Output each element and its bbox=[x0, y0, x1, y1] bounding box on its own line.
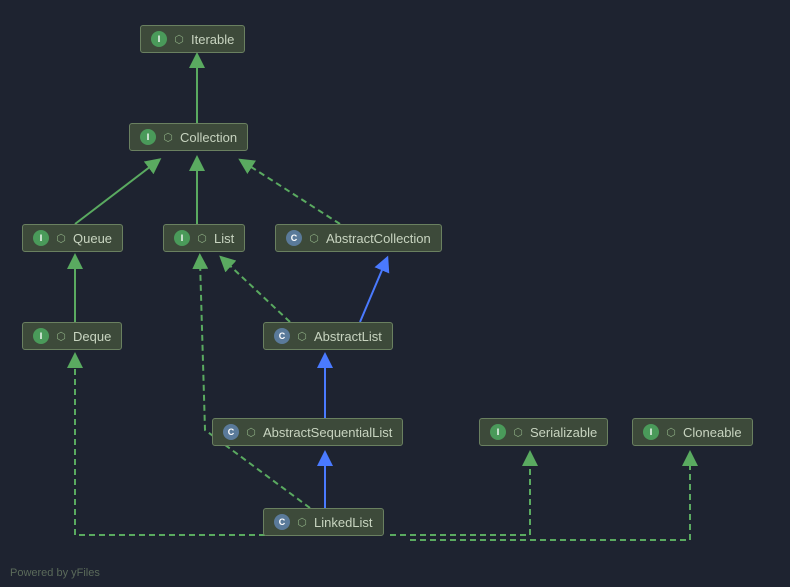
label-queue: Queue bbox=[73, 231, 112, 246]
footer-text: Powered by yFiles bbox=[10, 567, 100, 579]
label-iterable: Iterable bbox=[191, 32, 234, 47]
label-collection: Collection bbox=[180, 130, 237, 145]
link-icon-deque: ⬡ bbox=[54, 329, 68, 343]
label-abstractlist: AbstractList bbox=[314, 329, 382, 344]
link-icon-iterable: ⬡ bbox=[172, 32, 186, 46]
icon-cloneable: I bbox=[643, 424, 659, 440]
node-queue[interactable]: I ⬡ Queue bbox=[22, 224, 123, 252]
icon-abstractcollection: C bbox=[286, 230, 302, 246]
link-icon-linkedlist: ⬡ bbox=[295, 515, 309, 529]
icon-list: I bbox=[174, 230, 190, 246]
node-collection[interactable]: I ⬡ Collection bbox=[129, 123, 248, 151]
node-deque[interactable]: I ⬡ Deque bbox=[22, 322, 122, 350]
icon-iterable: I bbox=[151, 31, 167, 47]
link-icon-collection: ⬡ bbox=[161, 130, 175, 144]
footer: Powered by yFiles bbox=[10, 567, 100, 579]
label-abstractcollection: AbstractCollection bbox=[326, 231, 431, 246]
icon-deque: I bbox=[33, 328, 49, 344]
node-linkedlist[interactable]: C ⬡ LinkedList bbox=[263, 508, 384, 536]
icon-serializable: I bbox=[490, 424, 506, 440]
icon-linkedlist: C bbox=[274, 514, 290, 530]
node-abstractlist[interactable]: C ⬡ AbstractList bbox=[263, 322, 393, 350]
node-abstractsequentiallist[interactable]: C ⬡ AbstractSequentialList bbox=[212, 418, 403, 446]
label-deque: Deque bbox=[73, 329, 111, 344]
icon-queue: I bbox=[33, 230, 49, 246]
label-abstractsequentiallist: AbstractSequentialList bbox=[263, 425, 392, 440]
node-abstractcollection[interactable]: C ⬡ AbstractCollection bbox=[275, 224, 442, 252]
link-icon-abstractlist: ⬡ bbox=[295, 329, 309, 343]
link-icon-serializable: ⬡ bbox=[511, 425, 525, 439]
label-linkedlist: LinkedList bbox=[314, 515, 373, 530]
link-icon-cloneable: ⬡ bbox=[664, 425, 678, 439]
icon-collection: I bbox=[140, 129, 156, 145]
node-serializable[interactable]: I ⬡ Serializable bbox=[479, 418, 608, 446]
icon-abstractsequentiallist: C bbox=[223, 424, 239, 440]
label-cloneable: Cloneable bbox=[683, 425, 742, 440]
diagram-container: I ⬡ Iterable I ⬡ Collection I ⬡ Queue I … bbox=[0, 0, 790, 570]
link-icon-queue: ⬡ bbox=[54, 231, 68, 245]
node-cloneable[interactable]: I ⬡ Cloneable bbox=[632, 418, 753, 446]
link-icon-abstractcollection: ⬡ bbox=[307, 231, 321, 245]
icon-abstractlist: C bbox=[274, 328, 290, 344]
label-list: List bbox=[214, 231, 234, 246]
arrows-svg bbox=[0, 0, 790, 570]
node-iterable[interactable]: I ⬡ Iterable bbox=[140, 25, 245, 53]
link-icon-abstractsequentiallist: ⬡ bbox=[244, 425, 258, 439]
node-list[interactable]: I ⬡ List bbox=[163, 224, 245, 252]
link-icon-list: ⬡ bbox=[195, 231, 209, 245]
label-serializable: Serializable bbox=[530, 425, 597, 440]
